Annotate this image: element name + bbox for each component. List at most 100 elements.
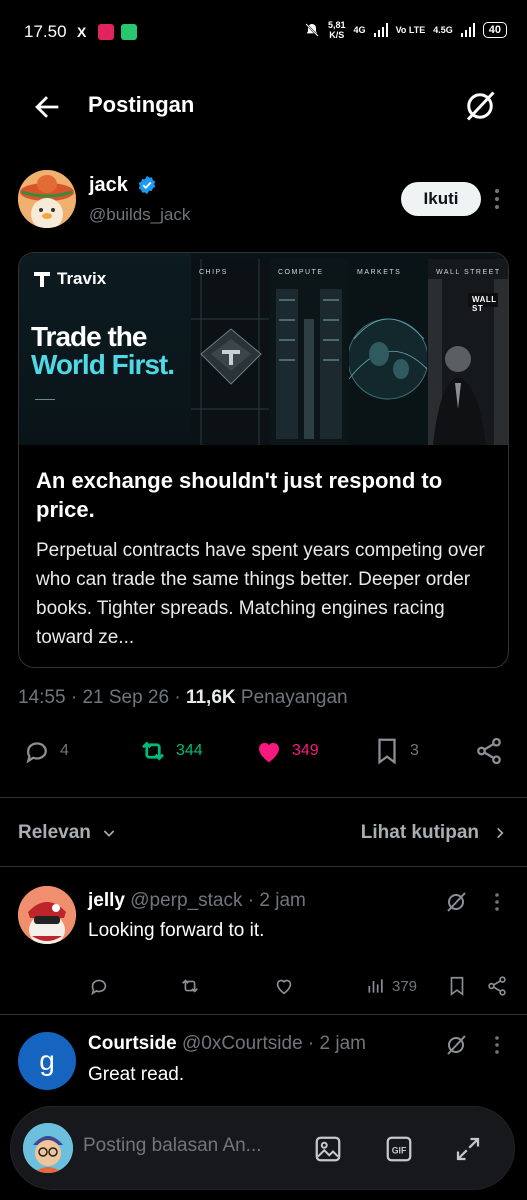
grok-icon <box>466 91 495 121</box>
avatar-letter: g <box>39 1045 55 1076</box>
svg-text:GIF: GIF <box>392 1145 407 1155</box>
post-time: 14:55 <box>18 687 66 708</box>
banner-panel-chips: CHIPS <box>191 259 269 445</box>
reply-text: Looking forward to it. <box>88 920 265 941</box>
chevron-down-icon <box>103 830 115 837</box>
divider <box>0 1014 527 1015</box>
reply-icon <box>26 742 47 764</box>
reply-button[interactable]: 4 <box>22 736 69 766</box>
share-button[interactable] <box>474 736 504 766</box>
panel-label: MARKETS <box>357 269 402 276</box>
post-meta: 14:55 · 21 Sep 26 · 11,6K Penayangan <box>18 687 348 709</box>
volte-label: Vo LTE <box>395 25 426 35</box>
page-title: Postingan <box>88 92 195 117</box>
chip-image <box>191 259 269 445</box>
divider <box>0 797 527 798</box>
article-preview: Perpetual contracts have spent years com… <box>36 540 485 648</box>
globe-image <box>349 259 427 445</box>
author-name[interactable]: jack <box>89 174 128 197</box>
views-button[interactable]: 379 <box>366 976 417 996</box>
reply-header: jelly @perp_stack · 2 jam <box>88 890 306 912</box>
banner-panel-markets: MARKETS <box>349 259 427 445</box>
share-icon <box>477 737 501 765</box>
back-button[interactable] <box>30 90 64 124</box>
mute-bell-icon <box>305 23 319 37</box>
status-bar: 17.50 X 5,81 K/S 4G Vo LTE 4.5G 40 <box>0 0 527 64</box>
travix-logo: Travix <box>33 269 106 289</box>
verified-badge-icon <box>138 175 156 195</box>
heart-icon[interactable] <box>272 975 296 997</box>
banner-panel-wallstreet: WALL STREET WALL ST <box>428 259 508 445</box>
article-banner: Travix Trade the World First. CHIPS COMP… <box>19 253 508 445</box>
grok-icon[interactable] <box>444 890 468 914</box>
image-icon[interactable] <box>313 1134 343 1164</box>
more-vertical-icon[interactable] <box>490 890 504 914</box>
follow-button[interactable]: Ikuti <box>401 182 481 216</box>
reply-actions: 379 <box>0 974 527 998</box>
author-handle[interactable]: @builds_jack <box>89 205 190 225</box>
meta-separator: · <box>174 687 181 708</box>
analytics-icon <box>368 979 383 993</box>
travix-logo-icon <box>34 272 50 287</box>
avatar-image <box>18 886 76 944</box>
divider <box>0 866 527 867</box>
more-options-button[interactable] <box>489 186 505 212</box>
avatar-image <box>18 170 76 228</box>
network-type: 4G <box>353 25 366 35</box>
net-speed: 5,81 K/S <box>328 20 346 40</box>
article-title: An exchange shouldn't just respond to pr… <box>36 468 443 522</box>
sort-label: Relevan <box>18 822 91 843</box>
grok-icon[interactable] <box>444 1033 468 1057</box>
reply-text: Great read. <box>88 1064 185 1085</box>
more-vertical-icon[interactable] <box>490 1033 504 1057</box>
more-vertical-icon <box>495 189 499 209</box>
wall-street-image <box>428 259 508 445</box>
panel-label: COMPUTE <box>278 269 324 276</box>
post-actions: 4 344 349 3 <box>0 736 527 776</box>
street-sign: WALL ST <box>472 295 497 313</box>
x-notification-icon: X <box>77 24 87 40</box>
panel-label: CHIPS <box>199 269 228 276</box>
share-icon[interactable] <box>486 975 508 997</box>
like-button[interactable]: 349 <box>254 736 319 766</box>
reply-author-handle: @perp_stack <box>130 890 243 911</box>
arrow-left-icon <box>35 96 59 118</box>
repost-icon[interactable] <box>178 975 202 997</box>
reply-author-name: jelly <box>88 890 125 911</box>
reply-composer: GIF <box>10 1106 515 1190</box>
views-label: Penayangan <box>240 687 348 708</box>
reply-avatar[interactable]: g <box>18 1032 76 1090</box>
meta-separator: · <box>70 687 78 708</box>
view-quotes-button[interactable]: Lihat kutipan <box>361 822 507 844</box>
repost-count: 344 <box>176 742 203 759</box>
bookmark-icon[interactable] <box>446 975 468 997</box>
chevron-right-icon <box>497 827 504 839</box>
expand-icon[interactable] <box>453 1134 483 1164</box>
article-card[interactable]: Travix Trade the World First. CHIPS COMP… <box>18 252 509 668</box>
grok-button[interactable] <box>462 88 498 124</box>
avatar-image <box>23 1123 73 1173</box>
status-time: 17.50 <box>24 22 67 41</box>
battery-icon: 40 <box>482 22 507 38</box>
reply-input[interactable] <box>83 1135 303 1157</box>
reply-icon[interactable] <box>88 975 110 997</box>
status-indicators: 5,81 K/S 4G Vo LTE 4.5G 40 <box>304 20 507 40</box>
reply-author-name: Courtside <box>88 1033 177 1054</box>
banner-panel-compute: COMPUTE <box>270 259 348 445</box>
my-avatar <box>23 1123 73 1173</box>
signal-icon <box>373 23 388 37</box>
bookmark-count: 3 <box>410 742 419 759</box>
banner-brand-panel: Travix Trade the World First. <box>19 253 191 445</box>
repost-button[interactable]: 344 <box>138 736 203 766</box>
reply-time: · 2 jam <box>247 890 306 911</box>
sort-relevance-button[interactable]: Relevan <box>18 822 117 844</box>
reply-time: · 2 jam <box>307 1033 366 1054</box>
reply-avatar[interactable] <box>18 886 76 944</box>
signal-icon <box>460 23 475 37</box>
reply-count: 4 <box>60 742 69 759</box>
gif-icon[interactable]: GIF <box>384 1134 414 1164</box>
views-count: 11,6K <box>185 687 236 708</box>
network-type: 4.5G <box>433 25 453 35</box>
bookmark-button[interactable]: 3 <box>372 736 419 766</box>
author-avatar[interactable] <box>18 170 76 228</box>
